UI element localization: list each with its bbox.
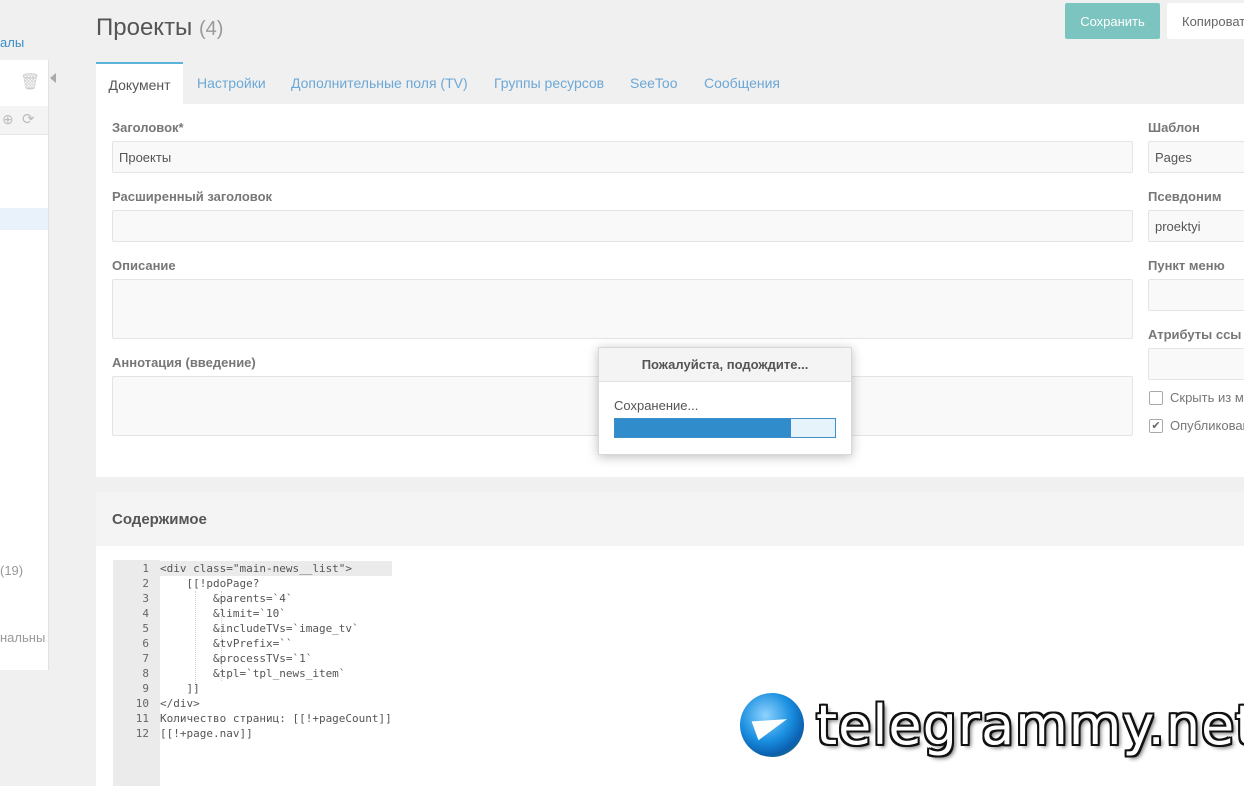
line-text: &tpl=`tpl_news_item`	[160, 667, 346, 680]
code-line: 12 [[!+page.nav]]	[113, 726, 392, 741]
progress-bar-fill	[615, 419, 791, 437]
code-line: 6 &tvPrefix=``	[113, 636, 392, 651]
line-number: 6	[142, 637, 149, 650]
line-number: 12	[135, 727, 149, 740]
trash-icon[interactable]: 🗑	[20, 72, 40, 92]
code-line: 4 &limit=`10`	[113, 606, 392, 621]
watermark: telegrammy.net	[740, 693, 1244, 757]
description-label: Описание	[112, 258, 176, 273]
code-lines[interactable]: 1 <div class="main-news__list"> 2 [[!pdo…	[113, 561, 392, 741]
tree-selected-item[interactable]	[0, 208, 48, 230]
template-select[interactable]: Pages	[1148, 141, 1244, 173]
line-text: ]]	[160, 682, 200, 695]
sidebar-bottom-link[interactable]: нальны	[0, 630, 45, 645]
copy-button[interactable]: Копироват	[1167, 3, 1244, 39]
line-number: 8	[142, 667, 149, 680]
line-text: &tvPrefix=``	[160, 637, 293, 650]
tab-messages[interactable]: Сообщения	[704, 64, 780, 102]
published-label: Опубликован	[1170, 418, 1244, 433]
published-checkbox[interactable]: ✔ Опубликован	[1149, 418, 1244, 433]
title-field[interactable]: Проекты	[112, 141, 1133, 173]
tab-tv-fields[interactable]: Дополнительные поля (TV)	[291, 64, 468, 102]
code-line: 9 ]]	[113, 681, 392, 696]
line-text: [[!+page.nav]]	[160, 727, 253, 740]
line-text: </div>	[160, 697, 200, 710]
description-field[interactable]	[112, 279, 1133, 339]
tree-area	[0, 60, 49, 670]
longtitle-label: Расширенный заголовок	[112, 189, 273, 204]
wait-dialog: Пожалуйста, подождите... Сохранение...	[598, 347, 852, 455]
line-number: 9	[142, 682, 149, 695]
menu-title-field[interactable]	[1148, 279, 1244, 311]
progress-bar	[614, 418, 836, 438]
line-text: Количество страниц: [[!+pageCount]]	[160, 712, 392, 725]
menu-title-label: Пункт меню	[1148, 258, 1225, 273]
code-line: 5 &includeTVs=`image_tv`	[113, 621, 392, 636]
hide-menu-label: Скрыть из ме	[1170, 390, 1244, 405]
watermark-text: telegrammy.net	[816, 693, 1244, 757]
line-text: <div class="main-news__list">	[160, 562, 353, 575]
checkbox-box[interactable]	[1149, 390, 1163, 405]
telegram-logo-icon	[740, 693, 804, 757]
line-number: 4	[142, 607, 149, 620]
title-label: Заголовок*	[112, 120, 184, 135]
collapse-arrow-icon[interactable]	[50, 73, 56, 83]
tab-settings[interactable]: Настройки	[197, 64, 266, 102]
line-number: 10	[135, 697, 149, 710]
code-line: 1 <div class="main-news__list">	[113, 561, 392, 576]
line-number: 1	[142, 562, 149, 575]
code-line: 7 &processTVs=`1`	[113, 651, 392, 666]
tree-toolbar: ⊕ ⟳	[0, 106, 48, 135]
alias-field[interactable]: proektyi	[1148, 210, 1244, 242]
link-attributes-label: Атрибуты ссы	[1148, 327, 1242, 342]
line-number: 3	[142, 592, 149, 605]
line-number: 11	[135, 712, 149, 725]
code-line: 2 [[!pdoPage?	[113, 576, 392, 591]
line-number: 5	[142, 622, 149, 635]
introtext-label: Аннотация (введение)	[112, 355, 256, 370]
code-line: 10 </div>	[113, 696, 392, 711]
line-number: 7	[142, 652, 149, 665]
template-label: Шаблон	[1148, 120, 1200, 135]
refresh-icon[interactable]: ⟳	[22, 110, 35, 128]
tab-resource-groups[interactable]: Группы ресурсов	[494, 64, 604, 102]
code-line: 3 &parents=`4`	[113, 591, 392, 606]
wait-dialog-title: Пожалуйста, подождите...	[599, 348, 851, 382]
resource-tree-panel: алы 🗑 ⊕ ⟳ (19) нальны	[0, 0, 49, 786]
page-title-count: (4)	[198, 18, 224, 40]
page-title-text: Проекты	[96, 14, 193, 41]
hide-menu-checkbox[interactable]: Скрыть из ме	[1149, 390, 1244, 405]
add-icon[interactable]: ⊕	[2, 111, 14, 128]
content-header: Содержимое	[96, 492, 1244, 546]
wait-dialog-message: Сохранение...	[614, 398, 699, 413]
save-button[interactable]: Сохранить	[1065, 3, 1160, 39]
link-attributes-field[interactable]	[1148, 348, 1244, 380]
line-text: &limit=`10`	[160, 607, 286, 620]
alias-label: Псевдоним	[1148, 189, 1222, 204]
line-text: &parents=`4`	[160, 592, 293, 605]
sidebar-top-link[interactable]: алы	[0, 35, 24, 50]
line-number: 2	[142, 577, 149, 590]
tree-item-count: (19)	[0, 563, 24, 578]
tab-seetoo[interactable]: SeeToo	[630, 64, 677, 102]
code-line: 8 &tpl=`tpl_news_item`	[113, 666, 392, 681]
line-text: [[!pdoPage?	[160, 577, 260, 590]
content-title: Содержимое	[112, 511, 207, 528]
code-line: 11 Количество страниц: [[!+pageCount]]	[113, 711, 392, 726]
line-text: &processTVs=`1`	[160, 652, 313, 665]
longtitle-field[interactable]	[112, 210, 1133, 242]
page-title: Проекты (4)	[96, 14, 223, 42]
tab-document[interactable]: Документ	[96, 62, 183, 106]
checkmark-icon[interactable]: ✔	[1149, 418, 1163, 433]
line-text: &includeTVs=`image_tv`	[160, 622, 359, 635]
